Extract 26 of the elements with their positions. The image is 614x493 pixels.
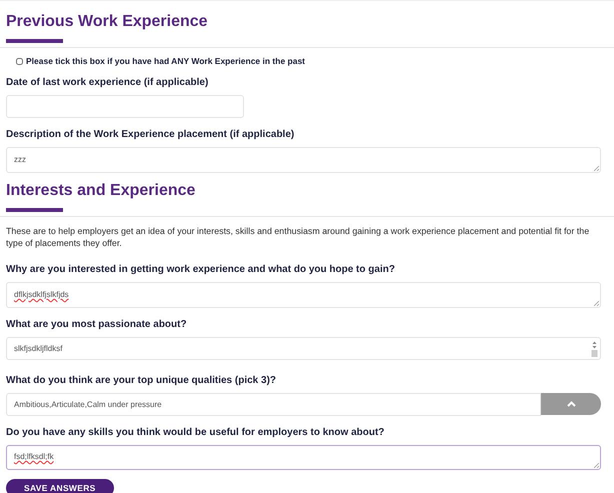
resize-grip-icon: [594, 301, 599, 306]
field-label: Do you have any skills you think would be useful for employers to know about?: [6, 426, 386, 439]
text-area[interactable]: zzz: [6, 147, 601, 173]
heading-underline: [6, 39, 63, 43]
section-heading: Interests and Experience: [6, 181, 196, 201]
scrollbar-icon: [591, 340, 598, 358]
field-label: What are you most passionate about?: [6, 318, 188, 331]
save-answers-button[interactable]: SAVE ANSWERS: [6, 479, 114, 493]
field-label: What do you think are your top unique qualities (pick 3)?: [6, 374, 278, 387]
date-field[interactable]: [6, 95, 244, 118]
heading-underline: [6, 208, 63, 212]
field-label: Why are you interested in getting work experience and what do you hope to gain?: [6, 263, 396, 276]
text-area[interactable]: dflkjsdklfjslkfjds: [6, 282, 601, 308]
text-area[interactable]: fsd;lfksdl;fk: [6, 445, 601, 470]
dropdown-toggle[interactable]: [541, 393, 601, 415]
resize-grip-icon: [594, 463, 599, 468]
checkbox-label: Please tick this box if you have had ANY Work Experience in the past: [26, 56, 306, 66]
resize-grip-icon: [594, 166, 599, 171]
chevron-icon: [566, 401, 576, 407]
intro-text: These are to help employers get an idea of your interests, skills and enthusiasm around gaining a work experience placement and potential fit for the type of placements they offer.: [6, 225, 590, 249]
checkbox[interactable]: [16, 58, 23, 64]
text-area[interactable]: slkfjsdkljfldksf: [6, 337, 601, 360]
section-heading: Previous Work Experience: [6, 12, 209, 32]
multi-select-field[interactable]: Ambitious,Articulate,Calm under pressure: [6, 393, 541, 416]
field-label: Date of last work experience (if applicable): [6, 76, 210, 89]
field-label: Description of the Work Experience placement (if applicable): [6, 128, 296, 141]
